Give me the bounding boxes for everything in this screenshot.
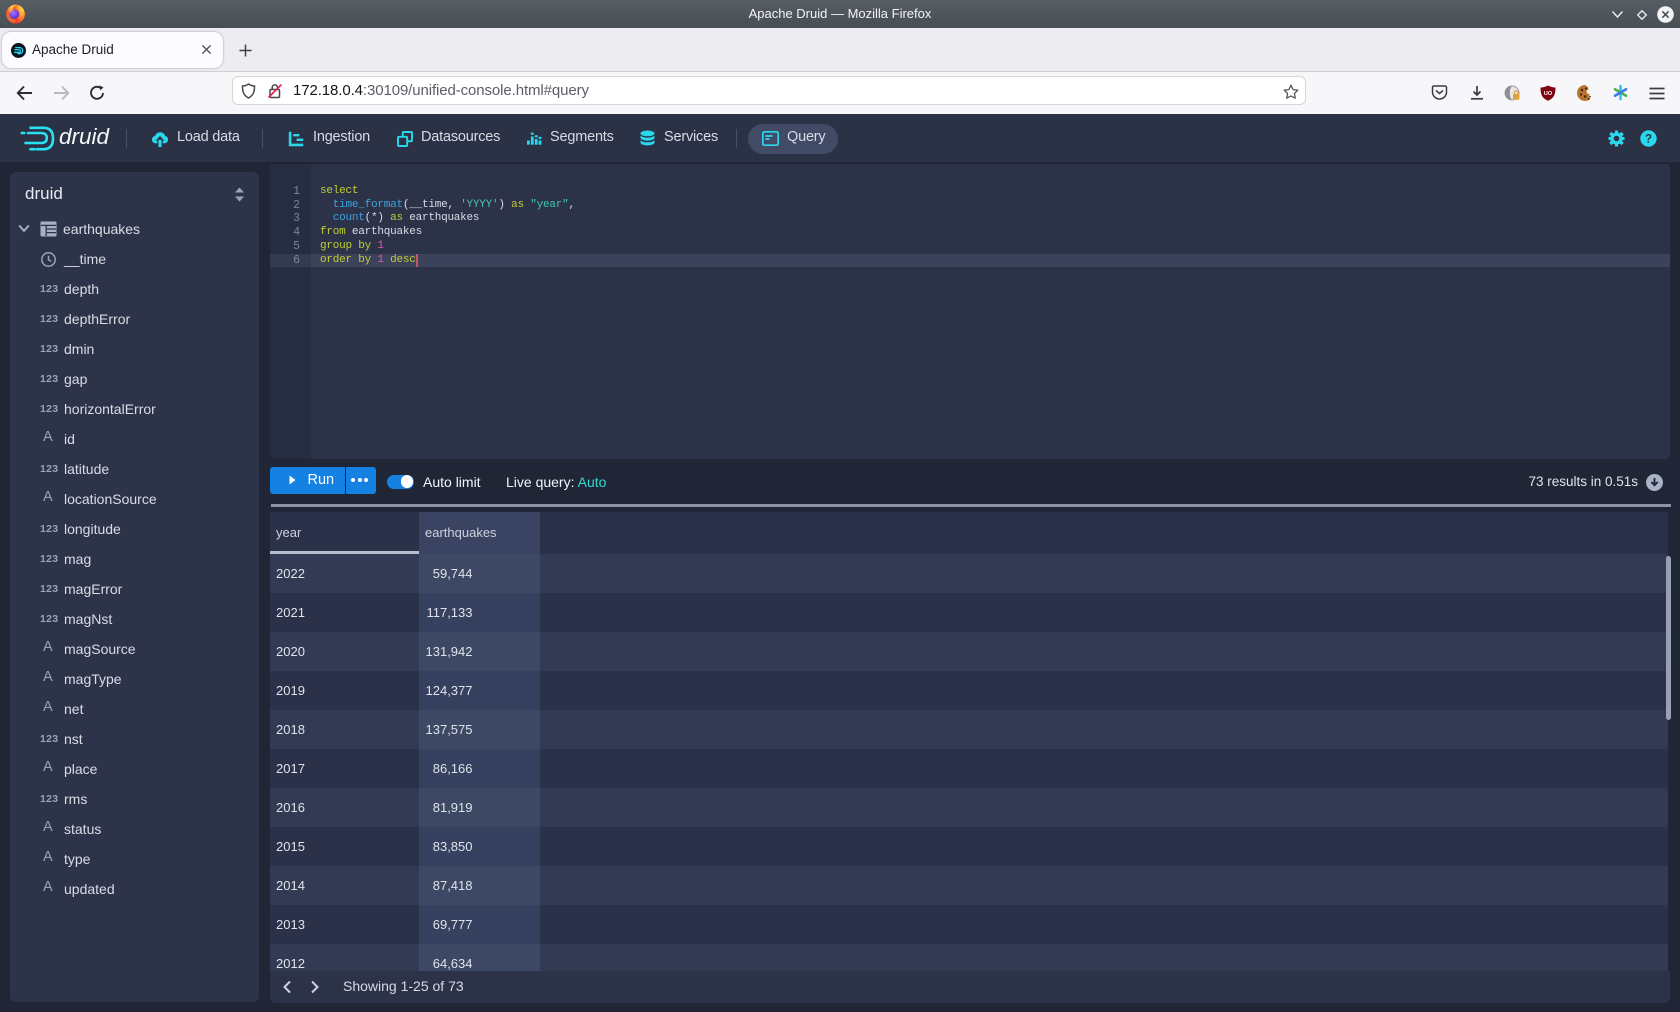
svg-text:?: ?	[1645, 134, 1652, 146]
svg-text:UO: UO	[1544, 91, 1553, 97]
